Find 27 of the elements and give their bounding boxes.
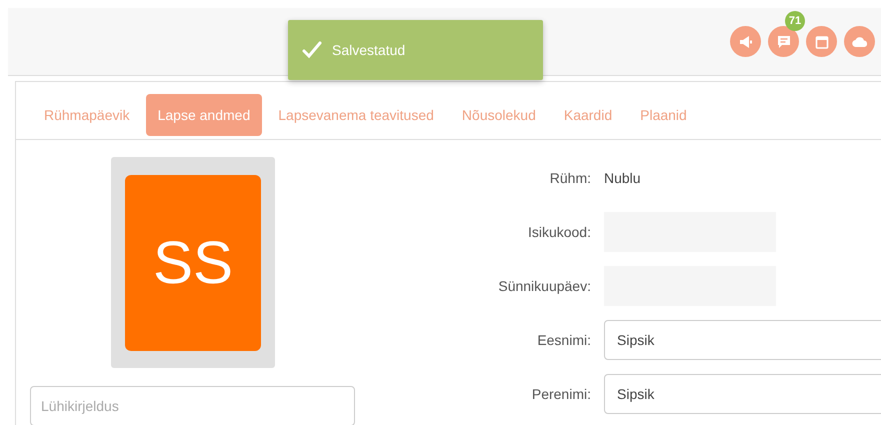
field-label: Rühm:	[548, 170, 591, 186]
tab[interactable]: Rühmapäevik	[32, 94, 142, 136]
header-button[interactable]	[844, 26, 875, 57]
megaphone-icon	[738, 34, 752, 48]
field-value: Nublu	[604, 170, 642, 186]
tab[interactable]: Lapsevanema teavitused	[266, 94, 446, 136]
header-button[interactable]	[806, 26, 837, 57]
tab[interactable]: Nõusolekud	[450, 94, 548, 136]
checkmark-icon	[302, 41, 322, 59]
header-button[interactable]	[730, 26, 761, 57]
toast-message: Salvestatud	[332, 42, 406, 58]
chat-icon	[776, 34, 790, 48]
notification-badge: 71	[785, 11, 805, 31]
field-label: Eesnimi:	[536, 332, 591, 348]
header-button[interactable]	[768, 26, 799, 57]
input-field[interactable]: Sipsik	[604, 374, 881, 414]
description-field[interactable]: Lühikirjeldus	[30, 386, 355, 425]
field-label: Perenimi:	[530, 386, 591, 402]
tab[interactable]: Lapse andmed	[146, 94, 262, 136]
calendar-icon	[814, 34, 828, 48]
input-field[interactable]: Sipsik	[604, 320, 881, 360]
cloud-icon	[852, 36, 868, 48]
tab[interactable]: Plaanid	[628, 94, 699, 136]
avatar: SS	[125, 174, 261, 350]
field-label: Isikukood:	[526, 224, 591, 240]
field-label: Sünnikuupäev:	[497, 278, 591, 294]
tab[interactable]: Kaardid	[552, 94, 624, 136]
